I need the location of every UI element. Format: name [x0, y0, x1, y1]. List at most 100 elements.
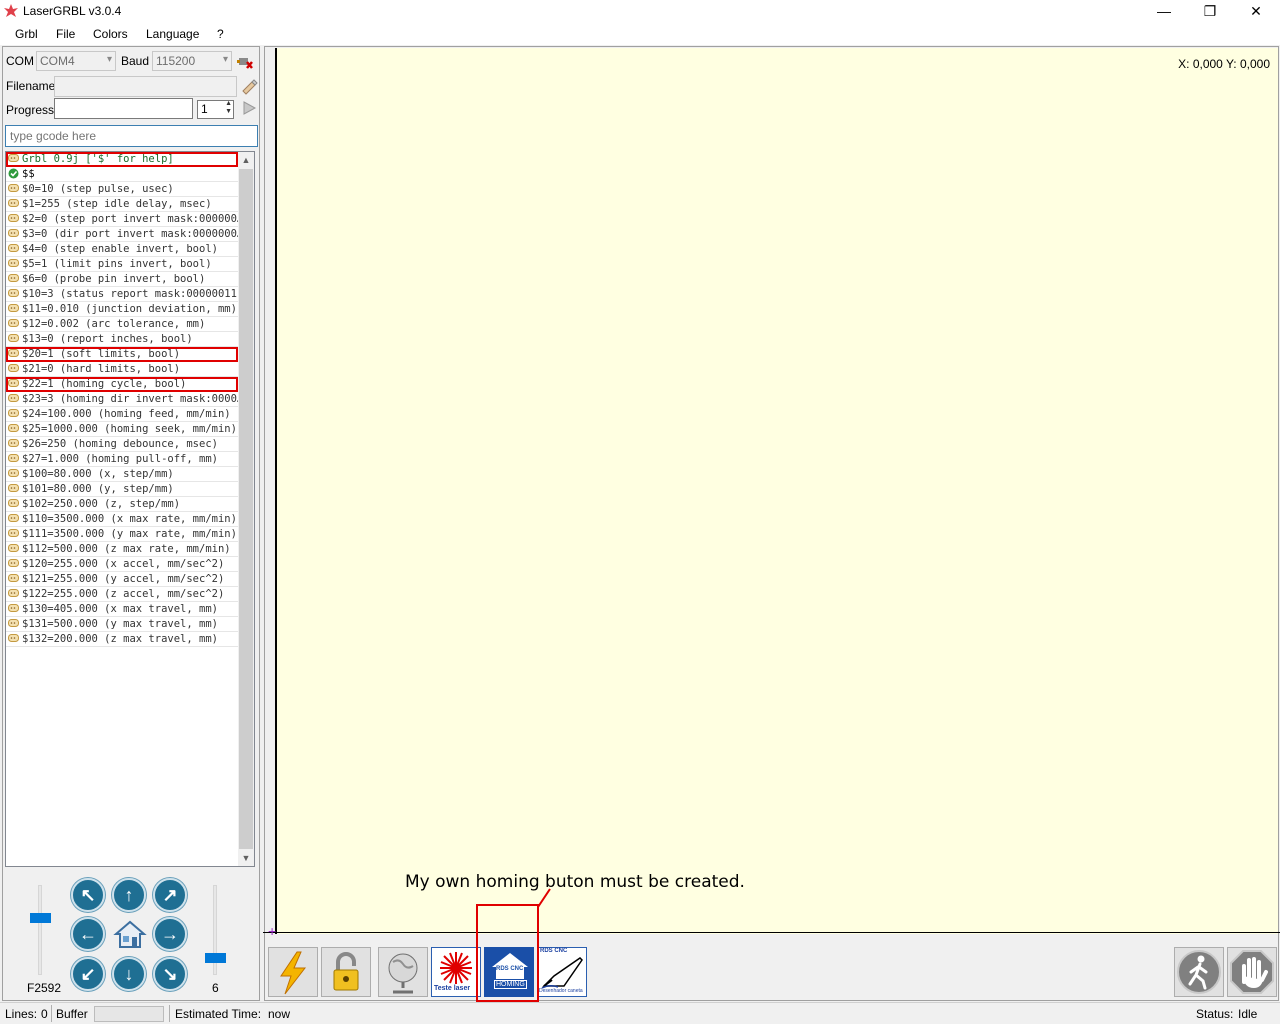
- com-label: COM: [6, 54, 34, 68]
- menu-grbl[interactable]: Grbl: [15, 27, 38, 41]
- menu-file[interactable]: File: [56, 27, 75, 41]
- status-label: Status:: [1196, 1007, 1234, 1021]
- log-scrollbar[interactable]: ▲ ▼: [238, 152, 254, 866]
- arrow-down-left-icon: ↙: [80, 964, 96, 984]
- speed-value: F2592: [27, 981, 62, 995]
- preview-canvas[interactable]: X: 0,000 Y: 0,000 + My own homing buton …: [263, 48, 1280, 938]
- app-logo-icon: [4, 4, 18, 17]
- menu-language[interactable]: Language: [146, 27, 199, 41]
- buffer-bar: [94, 1006, 164, 1022]
- scroll-down-icon[interactable]: ▼: [238, 850, 254, 866]
- info-message-icon: [8, 544, 19, 552]
- log-row: $122=255.000 (z accel, mm/sec^2): [6, 587, 238, 602]
- step-slider-thumb[interactable]: [205, 953, 226, 963]
- lines-value: 0: [41, 1007, 48, 1021]
- filename-label: Filename: [6, 79, 56, 93]
- log-text: $120=255.000 (x accel, mm/sec^2): [22, 558, 225, 570]
- annotation-text: My own homing buton must be created.: [405, 872, 745, 892]
- log-row: $132=200.000 (z max travel, mm): [6, 632, 238, 647]
- lock-icon: [333, 952, 359, 991]
- jog-up-right-button[interactable]: ↗: [153, 878, 187, 912]
- filename-field[interactable]: [54, 76, 237, 97]
- jog-right-button[interactable]: →: [153, 917, 187, 951]
- jog-left-button[interactable]: ←: [71, 917, 105, 951]
- log-text: Grbl 0.9j ['$' for help]: [22, 153, 174, 165]
- test-laser-button[interactable]: Teste laser: [431, 947, 481, 997]
- info-message-icon: [8, 529, 19, 537]
- stop-hand-icon: [1230, 950, 1274, 994]
- progress-label: Progress: [6, 103, 55, 117]
- run-icon[interactable]: [241, 100, 257, 116]
- scroll-up-icon[interactable]: ▲: [238, 152, 254, 168]
- info-message-icon: [8, 499, 19, 507]
- jog-down-button[interactable]: ↓: [112, 957, 146, 991]
- step-slider[interactable]: [205, 885, 226, 975]
- log-row: Grbl 0.9j ['$' for help]: [6, 152, 238, 167]
- log-text: $25=1000.000 (homing seek, mm/min): [22, 423, 237, 435]
- globe-button[interactable]: [378, 947, 428, 997]
- info-message-icon: [8, 619, 19, 627]
- maximize-button[interactable]: ❐: [1187, 0, 1233, 23]
- home-button[interactable]: [113, 917, 147, 951]
- reset-button[interactable]: [268, 947, 318, 997]
- log-text: $10=3 (status report mask:00000011): [22, 288, 238, 300]
- log-text: $$: [22, 168, 35, 180]
- info-message-icon: [8, 229, 19, 237]
- info-message-icon: [8, 514, 19, 522]
- info-message-icon: [8, 199, 19, 207]
- gcode-input[interactable]: [5, 125, 258, 147]
- log-text: $27=1.000 (homing pull-off, mm): [22, 453, 218, 465]
- log-row: $12=0.002 (arc tolerance, mm): [6, 317, 238, 332]
- annotation-pointer-line: [537, 888, 551, 908]
- info-message-icon: [8, 184, 19, 192]
- hold-button[interactable]: [1174, 947, 1224, 997]
- step-value: 6: [212, 981, 219, 995]
- info-message-icon: [8, 214, 19, 222]
- minimize-button[interactable]: —: [1141, 0, 1187, 23]
- log-row: $130=405.000 (x max travel, mm): [6, 602, 238, 617]
- com-port-select[interactable]: COM4 ▾: [36, 51, 116, 71]
- arrow-left-icon: ←: [79, 924, 97, 944]
- log-text: $102=250.000 (z, step/mm): [22, 498, 181, 510]
- log-row: $26=250 (homing debounce, msec): [6, 437, 238, 452]
- log-row: $100=80.000 (x, step/mm): [6, 467, 238, 482]
- log-text: $13=0 (report inches, bool): [22, 333, 193, 345]
- log-text: $100=80.000 (x, step/mm): [22, 468, 174, 480]
- title-bar: LaserGRBL v3.0.4 — ❐ ✕: [0, 0, 1280, 23]
- open-file-icon[interactable]: [240, 77, 258, 95]
- baud-rate-select[interactable]: 115200 ▾: [152, 51, 232, 71]
- log-text: $2=0 (step port invert mask:000000…: [22, 213, 238, 225]
- jog-up-button[interactable]: ↑: [112, 878, 146, 912]
- scroll-thumb[interactable]: [239, 169, 253, 849]
- log-row: $120=255.000 (x accel, mm/sec^2): [6, 557, 238, 572]
- speed-slider-thumb[interactable]: [30, 913, 51, 923]
- jog-down-right-button[interactable]: ↘: [153, 957, 187, 991]
- disconnect-icon[interactable]: [236, 52, 256, 72]
- stepper-arrows-icon[interactable]: ▲ ▼: [225, 100, 232, 116]
- info-message-icon: [8, 304, 19, 312]
- log-text: $26=250 (homing debounce, msec): [22, 438, 218, 450]
- chevron-down-icon: ▾: [106, 54, 112, 65]
- log-text: $1=255 (step idle delay, msec): [22, 198, 212, 210]
- info-message-icon: [8, 469, 19, 477]
- close-button[interactable]: ✕: [1233, 0, 1279, 23]
- stop-button[interactable]: [1227, 947, 1277, 997]
- info-message-icon: [8, 379, 19, 387]
- menu-colors[interactable]: Colors: [93, 27, 128, 41]
- pen-plotter-button[interactable]: RDS CNC Desenhador caneta: [537, 947, 587, 997]
- log-row: $131=500.000 (y max travel, mm): [6, 617, 238, 632]
- copies-stepper[interactable]: 1 ▲ ▼: [197, 100, 234, 119]
- speed-slider[interactable]: [30, 885, 51, 975]
- log-text: $3=0 (dir port invert mask:0000000…: [22, 228, 238, 240]
- chevron-down-icon: ▾: [222, 54, 228, 65]
- jog-up-left-button[interactable]: ↖: [71, 878, 105, 912]
- unlock-button[interactable]: [321, 947, 371, 997]
- log-row: $1=255 (step idle delay, msec): [6, 197, 238, 212]
- pen-label: Desenhador caneta: [539, 988, 583, 994]
- info-message-icon: [8, 394, 19, 402]
- menu-help[interactable]: ?: [217, 27, 224, 41]
- arrow-down-right-icon: ↘: [162, 964, 178, 984]
- console-log[interactable]: Grbl 0.9j ['$' for help] $$ $0=10 (step pu…: [5, 151, 255, 867]
- annotation-highlight-box: [476, 904, 539, 1002]
- jog-down-left-button[interactable]: ↙: [71, 957, 105, 991]
